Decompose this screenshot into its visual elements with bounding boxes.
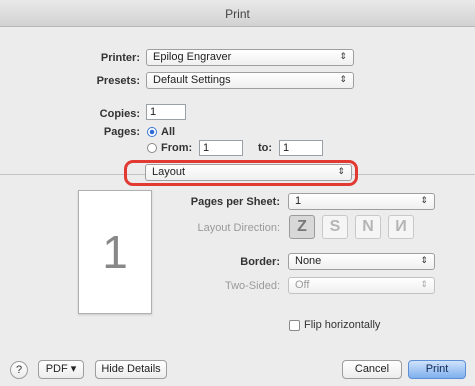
pages-from-label: From: [161,142,193,154]
layout-direction-label: Layout Direction: [197,222,280,234]
pages-from-field[interactable]: 1 [199,140,243,156]
popup-arrows-icon: ⇕ [420,255,428,265]
printer-label: Printer: [100,52,140,64]
preview-page-number: 1 [102,226,128,278]
pages-from-radio[interactable] [147,143,157,153]
pages-per-sheet-popup[interactable]: 1 ⇕ [288,193,435,210]
direction-reverse-n-button[interactable]: И [388,215,414,239]
popup-arrows-icon: ⇕ [339,74,347,84]
copies-label: Copies: [99,108,140,120]
title-bar: Print [0,0,475,27]
border-popup[interactable]: None ⇕ [288,253,435,270]
two-sided-label: Two-Sided: [224,280,280,292]
direction-z-button[interactable]: Z [289,215,315,239]
presets-value: Default Settings [153,74,231,86]
copies-field[interactable]: 1 [146,104,186,120]
pages-per-sheet-value: 1 [295,195,302,207]
popup-arrows-icon: ⇕ [420,195,428,205]
flip-horizontally-checkbox[interactable] [289,320,300,331]
page-preview: 1 [78,190,152,314]
pages-all-label: All [161,126,176,138]
direction-s-button[interactable]: S [322,215,348,239]
flip-horizontally-label: Flip horizontally [304,319,381,331]
pdf-menu-button[interactable]: PDF ▾ [38,360,84,379]
print-button[interactable]: Print [408,360,466,379]
printer-popup[interactable]: Epilog Engraver ⇕ [146,49,354,66]
window-title: Print [225,7,250,21]
section-popup-value: Layout [152,166,186,178]
border-label: Border: [240,256,280,268]
two-sided-value: Off [295,279,310,291]
pages-label: Pages: [103,126,140,138]
pages-per-sheet-label: Pages per Sheet: [190,196,280,208]
popup-arrows-icon: ⇕ [339,51,347,61]
border-value: None [295,255,322,267]
popup-arrows-icon: ⇕ [420,279,428,289]
pages-all-radio[interactable] [147,127,157,137]
help-button[interactable]: ? [10,361,28,379]
section-popup[interactable]: Layout ⇕ [145,164,352,181]
cancel-button[interactable]: Cancel [342,360,402,379]
pages-to-field[interactable]: 1 [279,140,323,156]
pages-to-label: to: [258,142,273,154]
two-sided-popup[interactable]: Off ⇕ [288,277,435,294]
printer-value: Epilog Engraver [153,51,232,63]
direction-n-button[interactable]: N [355,215,381,239]
hide-details-button[interactable]: Hide Details [95,360,167,379]
presets-popup[interactable]: Default Settings ⇕ [146,72,354,89]
presets-label: Presets: [96,75,140,87]
background-window-edge [60,0,180,6]
popup-arrows-icon: ⇕ [337,166,345,176]
